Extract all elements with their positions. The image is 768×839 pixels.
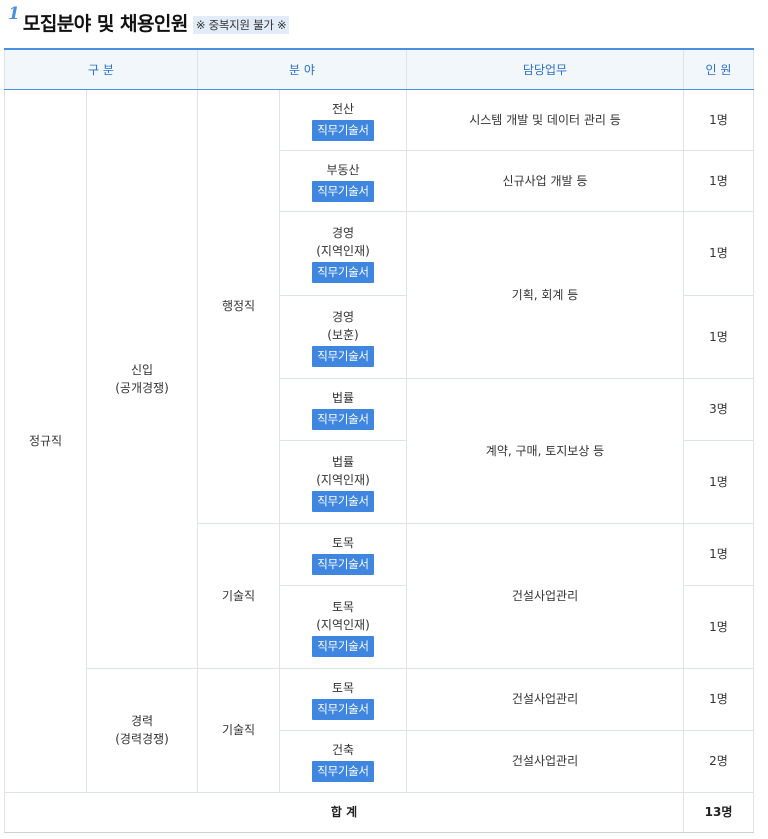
- count-cell: 2명: [683, 729, 754, 793]
- group-name: 신입: [130, 362, 154, 377]
- count-cell: 1명: [683, 439, 754, 524]
- job-cell-tech: 기술직: [197, 667, 280, 793]
- count-cell: 1명: [683, 88, 754, 151]
- field-name: 경영: [331, 226, 355, 240]
- job-description-button[interactable]: 직무기술서: [312, 490, 374, 512]
- group-sub: (경력경쟁): [115, 732, 169, 746]
- job-description-button[interactable]: 직무기술서: [312, 345, 374, 367]
- field-name: 토목: [331, 681, 355, 695]
- type-cell: 정규직: [4, 88, 87, 793]
- field-name: 토목: [331, 536, 355, 550]
- group-name: 경력: [130, 714, 154, 728]
- count-cell: 1명: [683, 667, 754, 731]
- recruitment-table: 구 분 분 야 담당업무 인 원 정규직 신입 (공개경쟁) 행정직 전산 직무…: [4, 48, 754, 833]
- field-cell: 부동산 직무기술서: [279, 149, 407, 212]
- header-field: 분 야: [197, 48, 407, 90]
- field-name: 법률: [331, 391, 355, 405]
- duty-cell: 시스템 개발 및 데이터 관리 등: [406, 88, 684, 151]
- job-cell-tech: 기술직: [197, 522, 280, 669]
- table-row: 정규직 신입 (공개경쟁) 행정직 전산 직무기술서 시스템 개발 및 데이터 …: [4, 88, 754, 793]
- section-number: 1: [8, 4, 20, 24]
- field-cell: 법률 (지역인재) 직무기술서: [279, 439, 407, 524]
- total-count: 13명: [683, 791, 754, 833]
- job-description-button[interactable]: 직무기술서: [312, 262, 374, 283]
- duty-cell: 신규사업 개발 등: [406, 149, 684, 212]
- duty-cell: 계약, 구매, 토지보상 등: [406, 377, 684, 524]
- field-cell: 토목 직무기술서: [279, 667, 407, 731]
- field-name: 부동산: [326, 162, 360, 177]
- header-count: 인 원: [683, 48, 754, 90]
- total-row: 합 계 13명: [4, 791, 754, 833]
- duty-cell: 건설사업관리: [406, 522, 684, 669]
- field-sub: (지역인재): [316, 472, 370, 487]
- field-sub: (지역인재): [316, 244, 370, 258]
- duty-cell: 건설사업관리: [406, 667, 684, 731]
- job-description-button[interactable]: 직무기술서: [312, 180, 374, 202]
- field-name: 전산: [331, 101, 355, 116]
- field-name: 토목: [331, 599, 355, 614]
- job-cell-admin: 행정직: [197, 88, 280, 524]
- table-row: 경력 (경력경쟁) 기술직 토목 직무기술서 건설사업관리 1명: [5, 667, 754, 793]
- field-cell: 경영 (보훈) 직무기술서: [279, 294, 407, 379]
- job-description-button[interactable]: 직무기술서: [312, 635, 374, 657]
- count-cell: 1명: [683, 584, 754, 669]
- field-cell: 토목 (지역인재) 직무기술서: [279, 584, 407, 669]
- field-cell: 법률 직무기술서: [279, 377, 407, 441]
- group-cell-new: 신입 (공개경쟁): [86, 88, 198, 669]
- count-cell: 3명: [683, 377, 754, 441]
- field-cell: 경영 (지역인재) 직무기술서: [279, 210, 407, 296]
- header-category: 구 분: [4, 48, 198, 90]
- group-sub: (공개경쟁): [115, 380, 169, 395]
- field-cell: 건축 직무기술서: [279, 729, 407, 793]
- section-title: 모집분야 및 채용인원: [22, 13, 189, 35]
- job-description-button[interactable]: 직무기술서: [312, 554, 374, 575]
- job-description-button[interactable]: 직무기술서: [312, 761, 374, 782]
- duplicate-note: ※ 중복지원 불가 ※: [192, 16, 290, 34]
- field-sub: (보훈): [327, 327, 359, 342]
- field-name: 경영: [331, 309, 355, 324]
- table-header-row: 구 분 분 야 담당업무 인 원: [4, 48, 754, 90]
- field-sub: (지역인재): [316, 617, 370, 632]
- duty-cell: 건설사업관리: [406, 729, 684, 793]
- job-description-button[interactable]: 직무기술서: [312, 119, 374, 141]
- duty-cell: 기획, 회계 등: [406, 210, 684, 379]
- section-heading: 1 모집분야 및 채용인원 ※ 중복지원 불가 ※: [8, 2, 290, 36]
- field-cell: 토목 직무기술서: [279, 522, 407, 586]
- header-duty: 담당업무: [406, 48, 684, 90]
- group-cell-exp: 경력 (경력경쟁): [86, 667, 198, 793]
- field-cell: 전산 직무기술서: [279, 88, 407, 151]
- job-description-button[interactable]: 직무기술서: [312, 409, 374, 430]
- count-cell: 1명: [683, 210, 754, 296]
- field-name: 건축: [331, 743, 355, 757]
- count-cell: 1명: [683, 294, 754, 379]
- count-cell: 1명: [683, 149, 754, 212]
- count-cell: 1명: [683, 522, 754, 586]
- job-description-button[interactable]: 직무기술서: [312, 699, 374, 720]
- total-label: 합 계: [4, 791, 684, 833]
- field-name: 법률: [331, 454, 355, 469]
